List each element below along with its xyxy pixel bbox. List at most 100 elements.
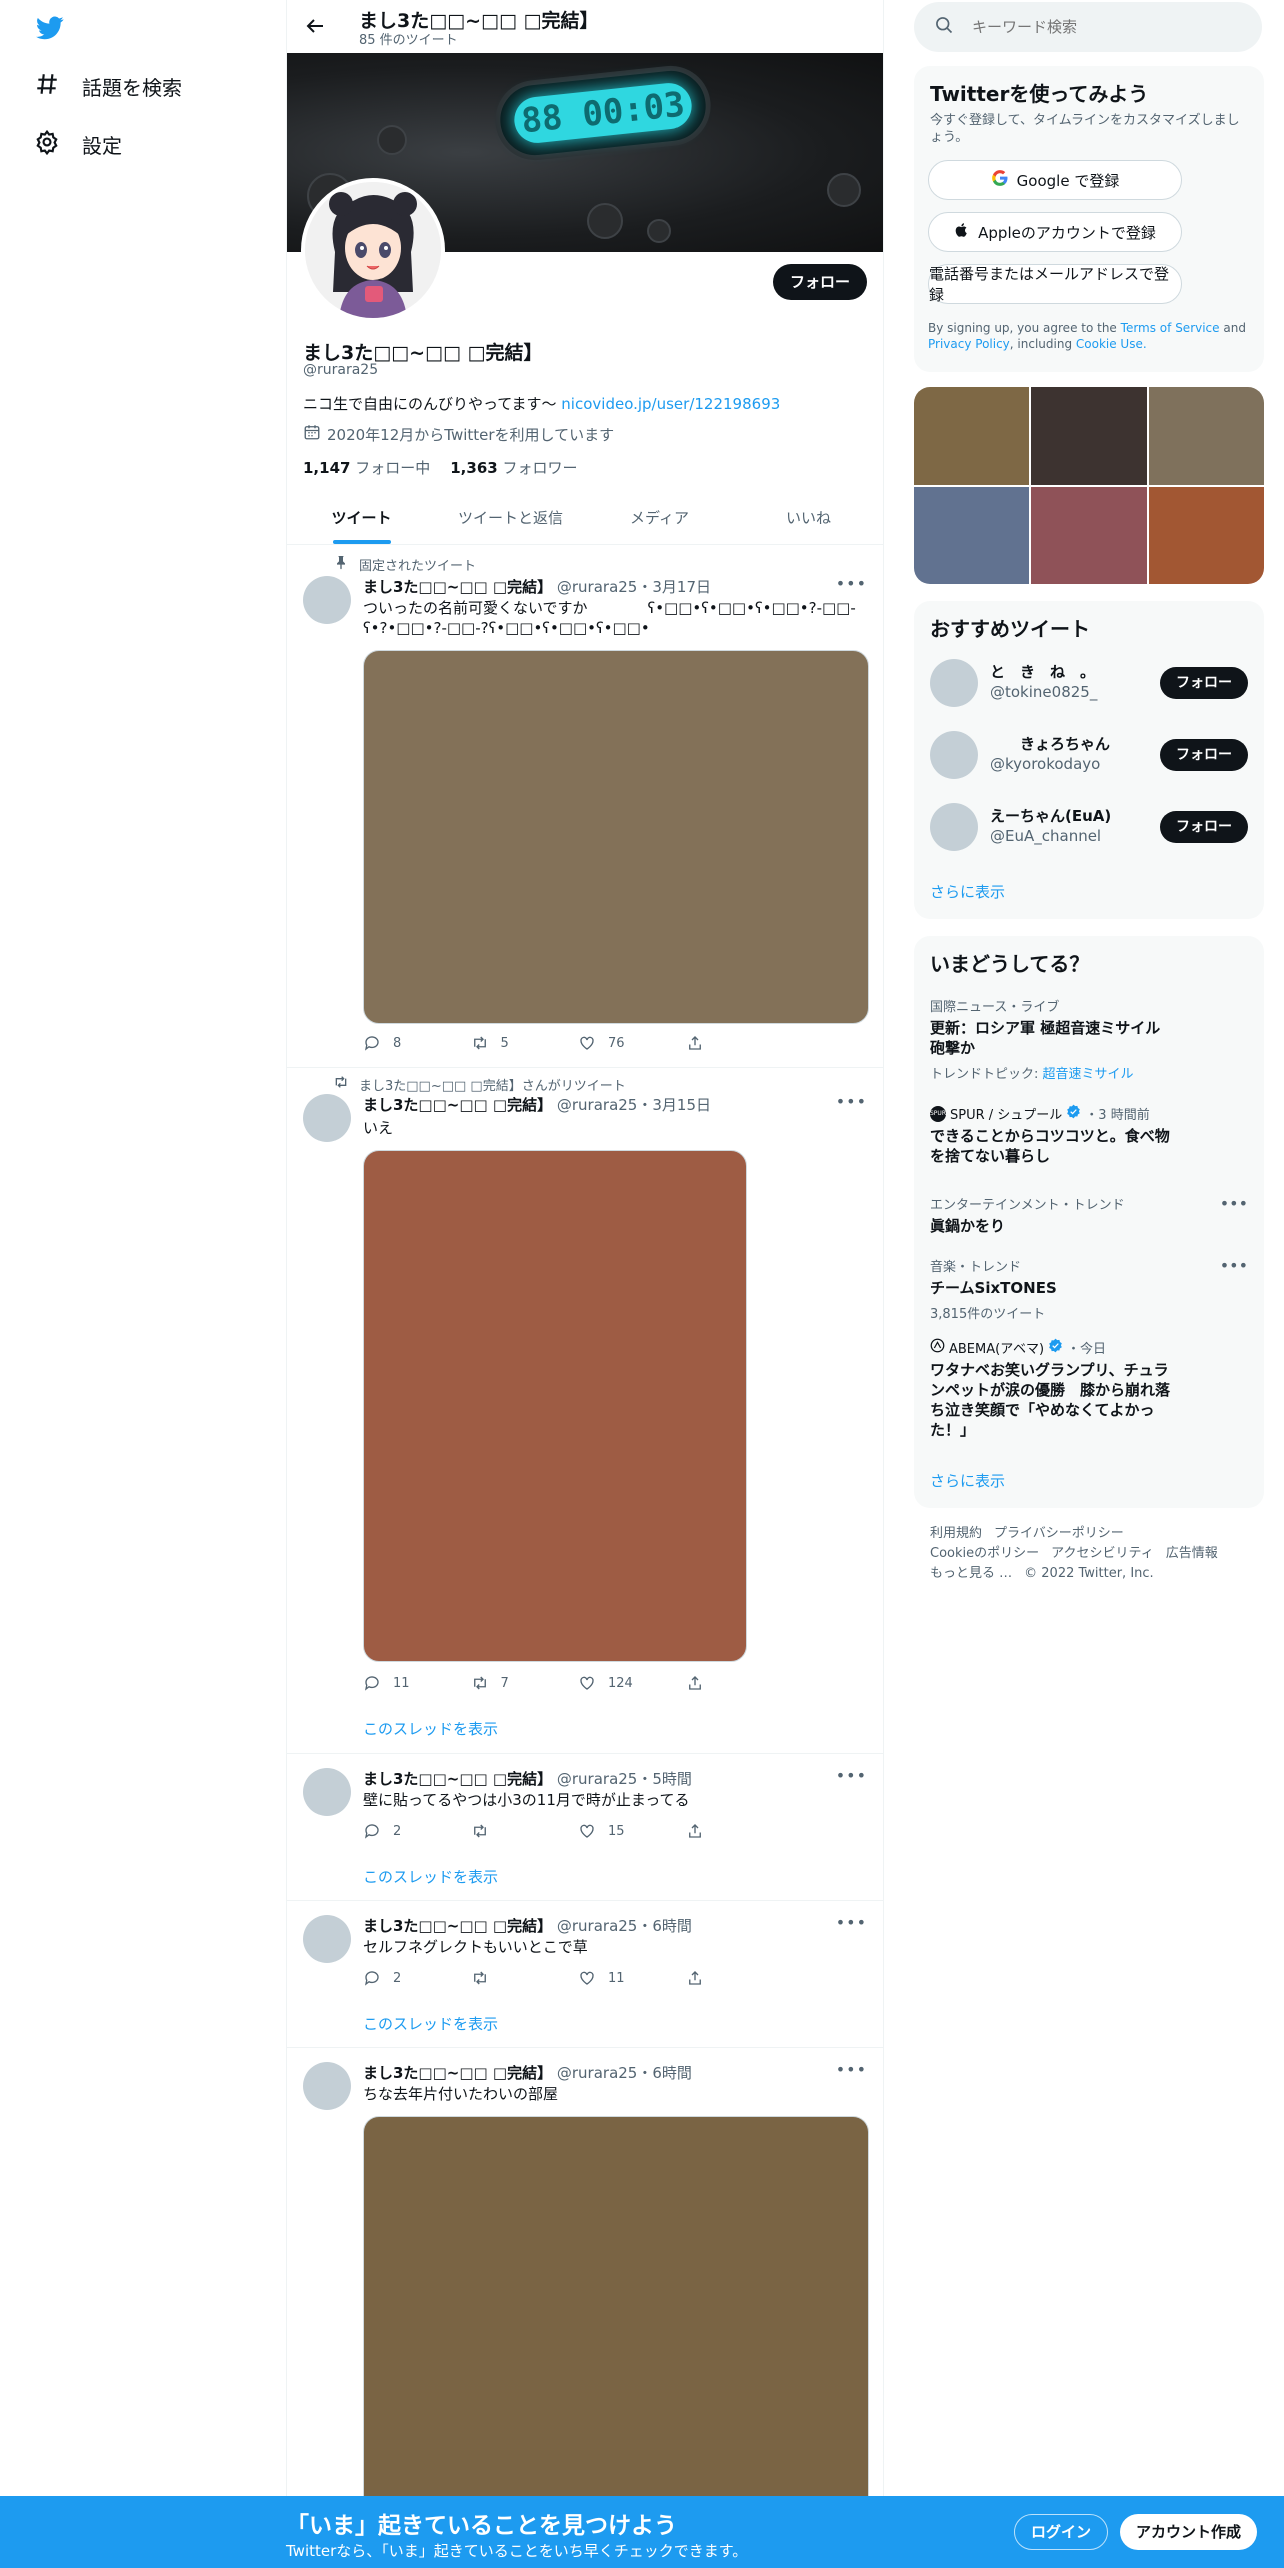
tweet-avatar[interactable]	[303, 1915, 351, 1963]
media-thumbnail[interactable]	[1031, 486, 1147, 584]
footer-more-link[interactable]: もっと見る …	[930, 1566, 1012, 1581]
cookie-link[interactable]: Cookie Use.	[1076, 337, 1147, 351]
more-icon[interactable]: •••	[836, 1092, 867, 1111]
trend-item[interactable]: 音楽・トレンド チームSixTONES 3,815件のツイート •••	[930, 1256, 1248, 1322]
trend-item[interactable]: エンターテインメント・トレンド 眞鍋かをり •••	[930, 1194, 1248, 1236]
show-thread-link[interactable]: このスレッドを表示	[363, 2013, 498, 2034]
retweet-button[interactable]: 5	[471, 1034, 579, 1052]
more-icon[interactable]: •••	[836, 2060, 867, 2079]
recommended-account[interactable]: きょろちゃん @kyorokodayo フォロー	[930, 719, 1248, 791]
like-button[interactable]: 124	[578, 1674, 686, 1692]
trend-more-icon[interactable]: •••	[1220, 1194, 1248, 1213]
trends-show-more[interactable]: さらに表示	[930, 1470, 1005, 1491]
retweet-button[interactable]	[471, 1822, 579, 1840]
tweet-author[interactable]: まし3た□□~□□ □完結】	[363, 578, 552, 596]
tweet-avatar[interactable]	[303, 1094, 351, 1142]
trend-topic-link[interactable]: 超音速ミサイル	[1043, 1067, 1134, 1082]
show-thread-link[interactable]: このスレッドを表示	[363, 1866, 498, 1887]
search-box[interactable]	[914, 2, 1262, 52]
footer-cookie-link[interactable]: Cookieのポリシー	[930, 1546, 1039, 1561]
back-arrow-icon[interactable]	[303, 14, 327, 38]
tweet-meta[interactable]: @rurara25・6時間	[557, 1917, 692, 1935]
share-button[interactable]	[686, 1674, 794, 1692]
tweet-avatar[interactable]	[303, 2062, 351, 2110]
tab-likes[interactable]: いいね	[734, 492, 883, 544]
phone-email-signup-button[interactable]: 電話番号またはメールアドレスで登録	[928, 264, 1182, 304]
more-icon[interactable]: •••	[836, 574, 867, 593]
tweet-author[interactable]: まし3た□□~□□ □完結】	[363, 1096, 552, 1114]
reply-button[interactable]: 8	[363, 1034, 471, 1052]
retweet-button[interactable]: 7	[471, 1674, 579, 1692]
tweet-item[interactable]: まし3た□□~□□ □完結】 @rurara25・5時間 ••• 壁に貼ってるや…	[287, 1754, 883, 1901]
tweet-author[interactable]: まし3た□□~□□ □完結】	[363, 1917, 552, 1935]
footer-ads-link[interactable]: 広告情報	[1166, 1546, 1218, 1561]
trend-item[interactable]: ABEMA(アベマ) ・今日 ワタナベお笑いグランプリ、チュランペットが涙の優勝…	[930, 1338, 1248, 1440]
nav-settings[interactable]: 設定	[34, 124, 122, 164]
media-thumbnail[interactable]	[1031, 387, 1147, 485]
media-thumbnail[interactable]	[914, 387, 1030, 485]
trend-item[interactable]: 国際ニュース・ライブ 更新：ロシア軍 極超音速ミサイル砲撃か トレンドトピック:…	[930, 996, 1248, 1082]
tab-tweets[interactable]: ツイート	[287, 492, 436, 544]
apple-signup-button[interactable]: Appleのアカウントで登録	[928, 212, 1182, 252]
account-avatar[interactable]	[930, 659, 978, 707]
tweet-item[interactable]: まし3た□□~□□ □完結】さんがリツイート まし3た□□~□□ □完結】 @r…	[287, 1068, 883, 1754]
tweet-media[interactable]	[363, 1150, 747, 1662]
like-button[interactable]: 11	[578, 1969, 686, 1987]
media-thumbnail[interactable]	[914, 486, 1030, 584]
bio-link[interactable]: nicovideo.jp/user/122198693	[561, 395, 780, 413]
footer-privacy-link[interactable]: プライバシーポリシー	[994, 1526, 1124, 1541]
account-avatar[interactable]	[930, 803, 978, 851]
tweet-meta[interactable]: @rurara25・5時間	[557, 1770, 692, 1788]
twitter-logo-icon[interactable]	[34, 14, 66, 42]
recommended-account[interactable]: と き ね 。 @tokine0825_ フォロー	[930, 647, 1248, 719]
share-button[interactable]	[686, 1822, 794, 1840]
privacy-link[interactable]: Privacy Policy	[928, 337, 1010, 351]
tweet-item[interactable]: まし3た□□~□□ □完結】 @rurara25・6時間 ••• セルフネグレク…	[287, 1901, 883, 2048]
retweet-button[interactable]	[471, 1969, 579, 1987]
follow-account-button[interactable]: フォロー	[1160, 667, 1248, 699]
tweet-author[interactable]: まし3た□□~□□ □完結】	[363, 2064, 552, 2082]
reply-button[interactable]: 11	[363, 1674, 471, 1692]
followers-stat[interactable]: 1,363 フォロワー	[450, 457, 577, 478]
tweet-meta[interactable]: @rurara25・6時間	[557, 2064, 692, 2082]
trend-item[interactable]: SPUR SPUR / シュプール ・3 時間前 できることからコツコツと。食べ…	[930, 1104, 1248, 1166]
tweet-meta[interactable]: @rurara25・3月15日	[557, 1096, 711, 1114]
login-button[interactable]: ログイン	[1014, 2514, 1109, 2550]
reply-button[interactable]: 2	[363, 1969, 471, 1987]
follow-account-button[interactable]: フォロー	[1160, 811, 1248, 843]
google-signup-button[interactable]: Google で登録	[928, 160, 1182, 200]
tab-media[interactable]: メディア	[585, 492, 734, 544]
footer-accessibility-link[interactable]: アクセシビリティ	[1051, 1546, 1154, 1561]
tab-tweets-replies[interactable]: ツイートと返信	[436, 492, 585, 544]
tweet-avatar[interactable]	[303, 1768, 351, 1816]
show-thread-link[interactable]: このスレッドを表示	[363, 1718, 498, 1739]
profile-avatar[interactable]	[301, 178, 445, 322]
media-thumbnail[interactable]	[1148, 387, 1264, 485]
nav-explore[interactable]: 話題を検索	[34, 66, 182, 106]
search-input[interactable]	[972, 18, 1232, 36]
signup-button[interactable]: アカウント作成	[1120, 2514, 1258, 2550]
media-thumbnail[interactable]	[1148, 486, 1264, 584]
terms-link[interactable]: Terms of Service	[1121, 321, 1220, 335]
follow-button[interactable]: フォロー	[773, 264, 868, 300]
tweet-item[interactable]: まし3た□□~□□ □完結】 @rurara25・6時間 ••• ちな去年片付い…	[287, 2048, 883, 2496]
reply-button[interactable]: 2	[363, 1822, 471, 1840]
footer-terms-link[interactable]: 利用規約	[930, 1526, 982, 1541]
recommended-show-more[interactable]: さらに表示	[930, 881, 1005, 902]
tweet-media[interactable]	[363, 2116, 869, 2496]
tweet-author[interactable]: まし3た□□~□□ □完結】	[363, 1770, 552, 1788]
share-button[interactable]	[686, 1034, 794, 1052]
follow-account-button[interactable]: フォロー	[1160, 739, 1248, 771]
like-button[interactable]: 15	[578, 1822, 686, 1840]
like-button[interactable]: 76	[578, 1034, 686, 1052]
more-icon[interactable]: •••	[836, 1913, 867, 1932]
tweet-meta[interactable]: @rurara25・3月17日	[557, 578, 711, 596]
following-stat[interactable]: 1,147 フォロー中	[303, 457, 430, 478]
account-avatar[interactable]	[930, 731, 978, 779]
trend-more-icon[interactable]: •••	[1220, 1256, 1248, 1275]
more-icon[interactable]: •••	[836, 1766, 867, 1785]
tweet-item[interactable]: 固定されたツイート まし3た□□~□□ □完結】 @rurara25・3月17日…	[287, 546, 883, 1068]
recommended-account[interactable]: えーちゃん(EuA) @EuA_channel フォロー	[930, 791, 1248, 863]
tweet-avatar[interactable]	[303, 576, 351, 624]
share-button[interactable]	[686, 1969, 794, 1987]
